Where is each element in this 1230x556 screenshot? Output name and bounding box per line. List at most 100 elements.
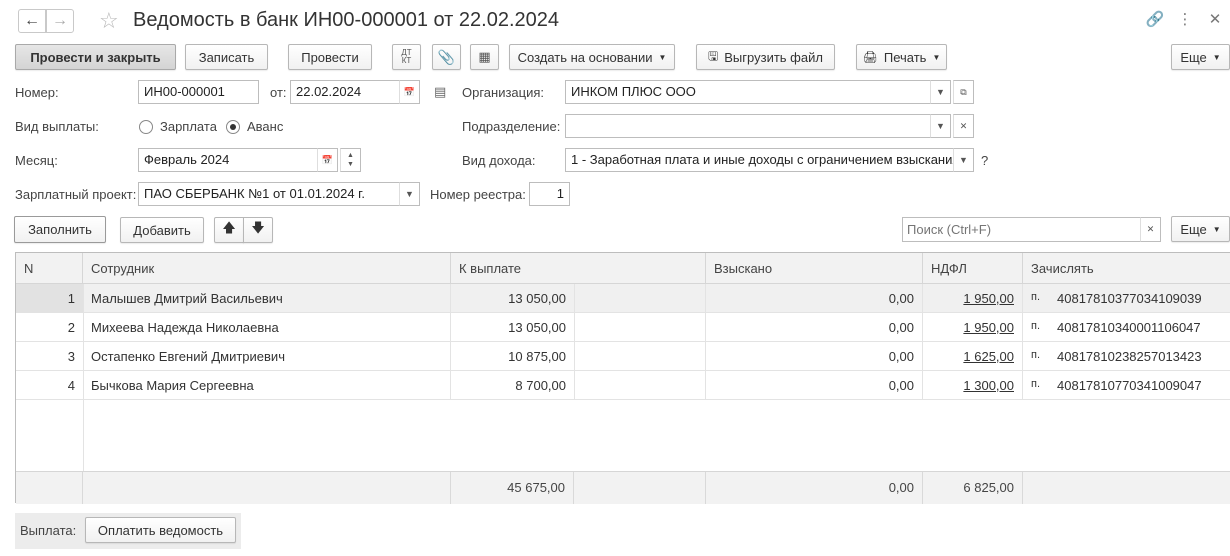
collected-cell[interactable]: 0,00	[706, 313, 923, 342]
hierarchy-icon: ▦	[478, 49, 491, 64]
dt-kt-button[interactable]: ДТ КТ	[392, 44, 421, 70]
employee-cell[interactable]: Малышев Дмитрий Васильевич	[83, 284, 451, 313]
credit-prefix: п.	[1031, 320, 1041, 332]
attach-button[interactable]: 📎	[432, 44, 461, 70]
close-icon[interactable]: ✕	[1200, 10, 1230, 28]
division-field[interactable]	[565, 114, 931, 138]
favorite-star-icon[interactable]: ☆	[99, 8, 119, 34]
clear-icon[interactable]: ✕	[953, 114, 974, 138]
number-label: Номер:	[15, 85, 59, 100]
table-row[interactable]: 1 Малышев Дмитрий Васильевич 13 050,00 0…	[16, 284, 1230, 313]
collected-cell[interactable]: 0,00	[706, 284, 923, 313]
help-icon[interactable]: ?	[981, 153, 988, 168]
save-button[interactable]: Записать	[185, 44, 268, 70]
account-cell[interactable]: 40817810340001106047	[1049, 313, 1230, 342]
row-number: 1	[16, 284, 83, 313]
column-employee[interactable]: Сотрудник	[83, 253, 451, 284]
move-up-button[interactable]: 🡅	[214, 217, 244, 243]
date-field[interactable]: 22.02.2024	[290, 80, 400, 104]
to-pay-cell[interactable]: 13 050,00	[451, 313, 574, 342]
ndfl-link[interactable]: 1 300,00	[963, 378, 1014, 393]
account-cell[interactable]: 40817810377034109039	[1049, 284, 1230, 313]
stepper-down-icon[interactable]: ▼	[347, 160, 354, 169]
table-row[interactable]: 4 Бычкова Мария Сергеевна 8 700,00 0,00 …	[16, 371, 1230, 400]
link-icon[interactable]: 🔗	[1140, 10, 1170, 28]
arrow-down-icon: 🡇	[251, 220, 265, 235]
table-row[interactable]: 2 Михеева Надежда Николаевна 13 050,00 0…	[16, 313, 1230, 342]
column-to-pay[interactable]: К выплате	[451, 253, 706, 284]
employee-cell[interactable]: Михеева Надежда Николаевна	[83, 313, 451, 342]
dropdown-icon[interactable]: ▼	[930, 80, 951, 104]
create-based-on-button[interactable]: Создать на основании ▼	[509, 44, 675, 70]
ndfl-cell[interactable]: 1 625,00	[923, 342, 1023, 371]
caret-down-icon: ▼	[658, 52, 667, 62]
dropdown-icon[interactable]: ▼	[399, 182, 420, 206]
radio-advance[interactable]	[226, 120, 240, 134]
account-cell[interactable]: 40817810238257013423	[1049, 342, 1230, 371]
month-stepper[interactable]: ▲ ▼	[340, 148, 361, 172]
calendar-icon[interactable]: 📅	[399, 80, 420, 104]
column-credit[interactable]: Зачислять	[1023, 253, 1230, 284]
ndfl-link[interactable]: 1 950,00	[963, 320, 1014, 335]
print-button[interactable]: 🖨 Печать ▼	[856, 44, 947, 70]
employees-table: N Сотрудник К выплате Взыскано НДФЛ Зачи…	[15, 252, 1230, 504]
employee-cell[interactable]: Остапенко Евгений Дмитриевич	[83, 342, 451, 371]
column-n[interactable]: N	[16, 253, 83, 284]
column-ndfl[interactable]: НДФЛ	[923, 253, 1023, 284]
income-type-field[interactable]: 1 - Заработная плата и иные доходы с огр…	[565, 148, 954, 172]
dropdown-icon[interactable]: ▼	[953, 148, 974, 172]
ndfl-cell[interactable]: 1 950,00	[923, 313, 1023, 342]
payment-label: Выплата:	[20, 523, 77, 538]
comment-icon[interactable]: ▤	[434, 84, 446, 100]
more-vertical-icon[interactable]: ⋮	[1170, 10, 1200, 28]
payment-panel: Выплата: Оплатить ведомость	[15, 513, 241, 549]
organization-field[interactable]: ИНКОМ ПЛЮС ООО	[565, 80, 931, 104]
to-pay-cell[interactable]: 8 700,00	[451, 371, 574, 400]
salary-project-field[interactable]: ПАО СБЕРБАНК №1 от 01.01.2024 г.	[138, 182, 400, 206]
paperclip-icon: 📎	[437, 48, 456, 65]
number-field[interactable]: ИН00-000001	[138, 80, 259, 104]
ndfl-link[interactable]: 1 625,00	[963, 349, 1014, 364]
row-number: 4	[67, 378, 75, 393]
employee-cell[interactable]: Бычкова Мария Сергеевна	[83, 371, 451, 400]
ndfl-link[interactable]: 1 950,00	[963, 291, 1014, 306]
structure-button[interactable]: ▦	[470, 44, 499, 70]
more-button[interactable]: Еще ▼	[1171, 44, 1230, 70]
registry-number-field[interactable]: 1	[529, 182, 570, 206]
month-field[interactable]: Февраль 2024	[138, 148, 318, 172]
collected-cell[interactable]: 0,00	[706, 342, 923, 371]
dropdown-icon[interactable]: ▼	[930, 114, 951, 138]
radio-salary[interactable]	[139, 120, 153, 134]
payment-type-label: Вид выплаты:	[15, 119, 99, 134]
back-arrow-icon[interactable]: ←	[18, 9, 46, 33]
table-row[interactable]: 3 Остапенко Евгений Дмитриевич 10 875,00…	[16, 342, 1230, 371]
export-file-button[interactable]: 🖫 Выгрузить файл	[696, 44, 835, 70]
column-divider	[83, 284, 84, 471]
open-icon[interactable]: ⧉	[953, 80, 974, 104]
calendar-icon[interactable]: 📅	[317, 148, 338, 172]
to-pay-extra-cell	[574, 313, 706, 342]
to-pay-cell[interactable]: 10 875,00	[451, 342, 574, 371]
radio-advance-label[interactable]: Аванс	[247, 119, 283, 134]
credit-prefix: п.	[1031, 378, 1041, 390]
radio-salary-label[interactable]: Зарплата	[160, 119, 217, 134]
forward-arrow-icon[interactable]: →	[46, 9, 74, 33]
to-pay-cell[interactable]: 13 050,00	[451, 284, 574, 313]
table-more-button[interactable]: Еще ▼	[1171, 216, 1230, 242]
stepper-up-icon[interactable]: ▲	[347, 151, 354, 160]
account-cell[interactable]: 40817810770341009047	[1049, 371, 1230, 400]
print-label: Печать	[883, 49, 927, 65]
pay-statement-button[interactable]: Оплатить ведомость	[85, 517, 236, 543]
move-down-button[interactable]: 🡇	[243, 217, 273, 243]
ndfl-cell[interactable]: 1 950,00	[923, 284, 1023, 313]
column-collected[interactable]: Взыскано	[706, 253, 923, 284]
clear-search-icon[interactable]: ✕	[1140, 217, 1161, 242]
post-button[interactable]: Провести	[288, 44, 372, 70]
export-icon: 🖫	[708, 48, 719, 63]
collected-cell[interactable]: 0,00	[706, 371, 923, 400]
ndfl-cell[interactable]: 1 300,00	[923, 371, 1023, 400]
fill-button[interactable]: Заполнить	[14, 216, 106, 243]
search-input[interactable]	[902, 217, 1141, 242]
add-button[interactable]: Добавить	[120, 217, 204, 243]
post-and-close-button[interactable]: Провести и закрыть	[15, 44, 176, 70]
